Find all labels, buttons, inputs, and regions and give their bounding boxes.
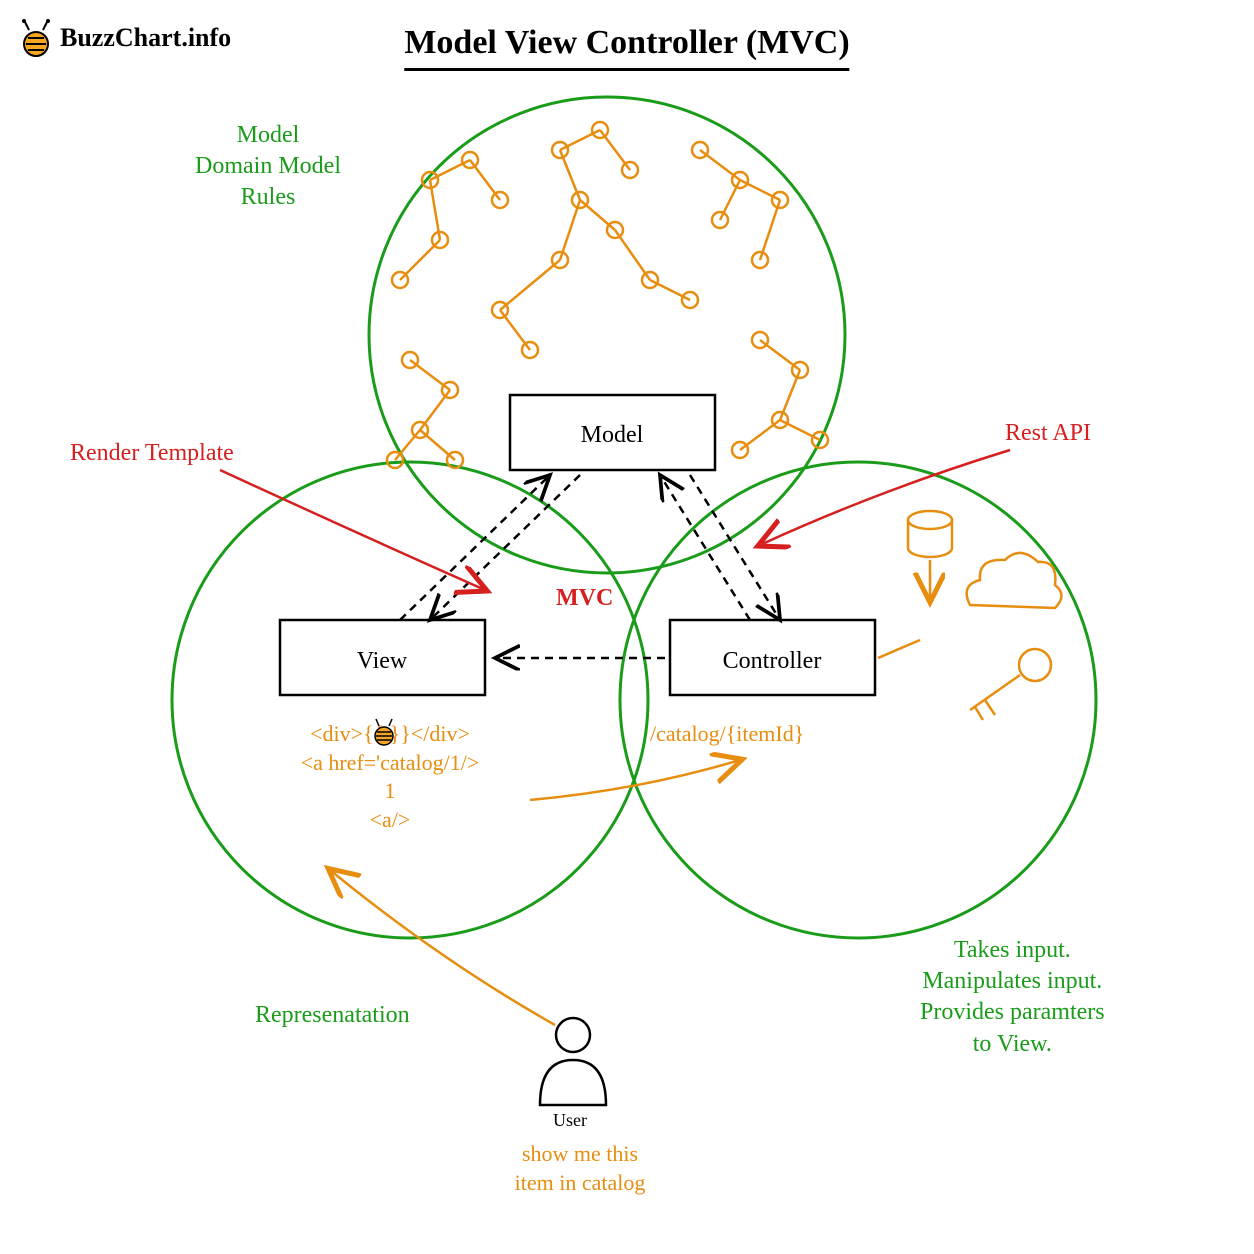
view-box-label: View [357, 648, 408, 674]
endpoint-code: /catalog/{itemId} [650, 720, 804, 749]
render-template-arrow [220, 470, 485, 590]
user-label: User [553, 1110, 587, 1131]
model-description-label: Model Domain Model Rules [195, 120, 341, 214]
controller-description-label: Takes input. Manipulates input. Provides… [920, 935, 1105, 1060]
view-description-label: Represenatation [255, 1000, 410, 1031]
controller-box-label: Controller [723, 648, 822, 674]
key-icon [970, 649, 1051, 720]
controller-circle [620, 462, 1096, 938]
database-icon [908, 511, 952, 600]
view-circle [172, 462, 648, 938]
controller-connector-line [878, 640, 920, 658]
mvc-center-label: MVC [556, 585, 613, 612]
rest-api-label: Rest API [1005, 420, 1091, 447]
user-icon [540, 1018, 606, 1105]
render-template-label: Render Template [70, 440, 234, 467]
model-box-label: Model [581, 422, 644, 448]
model-circle [369, 97, 845, 573]
user-action-label: show me this item in catalog [470, 1140, 690, 1197]
bee-inline-icon [370, 716, 398, 746]
view-template-code: <div>{{ }}</div> <a href='catalog/1/> 1 … [240, 720, 540, 834]
view-to-model-arrow [400, 475, 550, 620]
cloud-icon [967, 553, 1062, 608]
mvc-diagram: Model View Controller [0, 0, 1254, 1254]
